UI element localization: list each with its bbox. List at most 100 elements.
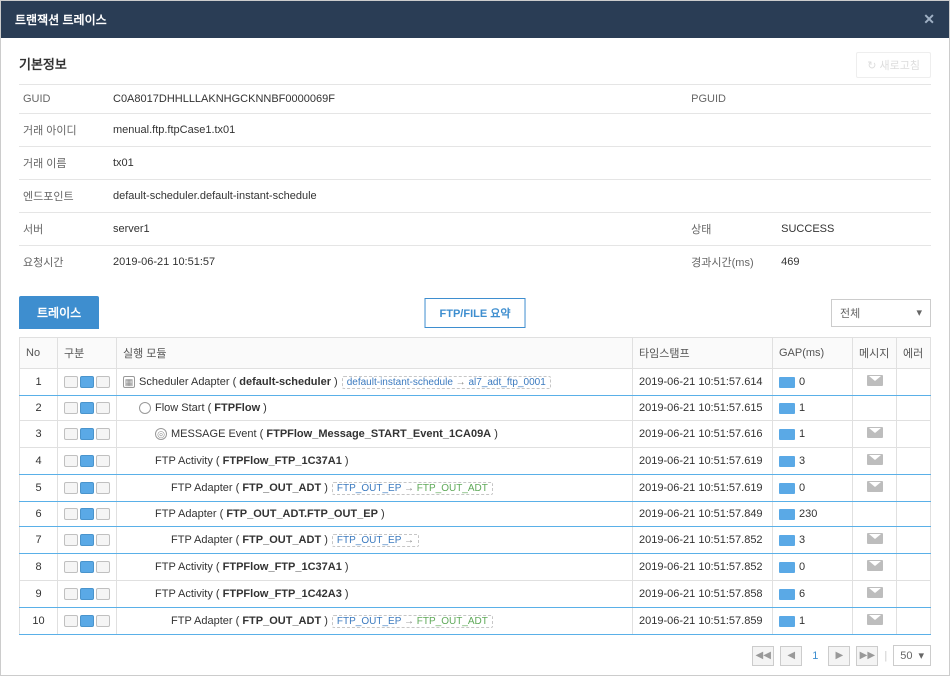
mail-icon [867, 375, 883, 386]
module-text: FTP Adapter ( FTP_OUT_ADT ) [171, 615, 328, 627]
txid-value: menual.ftp.ftpCase1.tx01 [109, 114, 931, 147]
circle-icon [139, 402, 151, 414]
row-timestamp: 2019-06-21 10:51:57.852 [633, 527, 773, 554]
kind-icon [96, 402, 110, 414]
page-number[interactable]: 1 [808, 650, 822, 662]
filter-select[interactable]: 전체 ▾ [831, 299, 931, 327]
kind-icon [64, 482, 78, 494]
row-gap: 1 [773, 421, 853, 448]
page-last-button[interactable]: ▶▶ [856, 646, 878, 666]
kind-icon [80, 588, 94, 600]
kind-icon [96, 482, 110, 494]
col-msg: 메시지 [853, 338, 897, 369]
page-size-select[interactable]: 50 ▾ [893, 645, 931, 666]
row-timestamp: 2019-06-21 10:51:57.852 [633, 554, 773, 581]
table-row[interactable]: 9FTP Activity ( FTPFlow_FTP_1C42A3 )2019… [20, 581, 931, 608]
kind-icon [64, 615, 78, 627]
module-ref-chip: default-instant-schedule → al7_adt_ftp_0… [342, 376, 551, 389]
module-ref-chip: FTP_OUT_EP → [332, 534, 419, 547]
row-kind-icons [58, 369, 117, 396]
status-value: SUCCESS [777, 213, 931, 246]
trace-toolbar: 트레이스 FTP/FILE 요약 전체 ▾ [19, 296, 931, 329]
page-next-button[interactable]: ▶ [828, 646, 850, 666]
col-err: 에러 [897, 338, 931, 369]
module-ref-chip: FTP_OUT_EP → FTP_OUT_ADT [332, 615, 493, 628]
mail-icon [867, 560, 883, 571]
row-message[interactable] [853, 608, 897, 635]
server-label: 서버 [19, 213, 109, 246]
row-no: 8 [20, 554, 58, 581]
ftp-file-summary-button[interactable]: FTP/FILE 요약 [425, 298, 526, 328]
row-message[interactable] [853, 581, 897, 608]
gap-bar-icon [779, 589, 795, 600]
row-message[interactable] [853, 527, 897, 554]
row-message[interactable] [853, 554, 897, 581]
kind-icon [64, 534, 78, 546]
refresh-button[interactable]: ↻ 새로고침 [856, 52, 931, 78]
close-icon[interactable]: ✕ [923, 11, 935, 28]
row-no: 5 [20, 475, 58, 502]
row-no: 10 [20, 608, 58, 635]
table-row[interactable]: 4FTP Activity ( FTPFlow_FTP_1C37A1 )2019… [20, 448, 931, 475]
txid-label: 거래 아이디 [19, 114, 109, 147]
mail-icon [867, 454, 883, 465]
chevron-down-icon: ▾ [918, 649, 924, 662]
kind-icon [96, 588, 110, 600]
row-no: 4 [20, 448, 58, 475]
page-size-value: 50 [900, 650, 912, 662]
kind-icon [96, 534, 110, 546]
row-error [897, 448, 931, 475]
row-error [897, 502, 931, 527]
kind-icon [96, 561, 110, 573]
mail-icon [867, 533, 883, 544]
section-title: 기본정보 [19, 54, 67, 73]
row-module: FTP Activity ( FTPFlow_FTP_1C42A3 ) [117, 581, 633, 608]
row-error [897, 608, 931, 635]
row-error [897, 421, 931, 448]
table-row[interactable]: 6FTP Adapter ( FTP_OUT_ADT.FTP_OUT_EP )2… [20, 502, 931, 527]
row-gap: 0 [773, 554, 853, 581]
table-row[interactable]: 1▦Scheduler Adapter ( default-scheduler … [20, 369, 931, 396]
row-message[interactable] [853, 475, 897, 502]
kind-icon [80, 508, 94, 520]
row-kind-icons [58, 421, 117, 448]
table-row[interactable]: 5FTP Adapter ( FTP_OUT_ADT ) FTP_OUT_EP … [20, 475, 931, 502]
row-message[interactable] [853, 421, 897, 448]
table-row[interactable]: 8 FTP Activity ( FTPFlow_FTP_1C37A1 )2019… [20, 554, 931, 581]
tab-trace[interactable]: 트레이스 [19, 296, 99, 329]
modal-header: 트랜잭션 트레이스 ✕ [1, 1, 949, 38]
mail-icon [867, 587, 883, 598]
transaction-trace-modal: 트랜잭션 트레이스 ✕ 기본정보 ↻ 새로고침 GUID C0A8017DHHL… [0, 0, 950, 676]
row-message[interactable] [853, 369, 897, 396]
page-prev-button[interactable]: ◀ [780, 646, 802, 666]
table-row[interactable]: 2Flow Start ( FTPFlow )2019-06-21 10:51:… [20, 396, 931, 421]
row-module: FTP Adapter ( FTP_OUT_ADT ) FTP_OUT_EP →… [117, 608, 633, 635]
row-timestamp: 2019-06-21 10:51:57.616 [633, 421, 773, 448]
row-timestamp: 2019-06-21 10:51:57.858 [633, 581, 773, 608]
page-first-button[interactable]: ◀◀ [752, 646, 774, 666]
module-text: FTP Adapter ( FTP_OUT_ADT ) [171, 534, 328, 546]
table-row[interactable]: 10 FTP Adapter ( FTP_OUT_ADT ) FTP_OUT_EP… [20, 608, 931, 635]
module-text: FTP Adapter ( FTP_OUT_ADT.FTP_OUT_EP ) [155, 508, 385, 520]
calendar-icon: ▦ [123, 376, 135, 388]
kind-icon [96, 455, 110, 467]
pguid-label: PGUID [687, 85, 777, 114]
table-row[interactable]: 7FTP Adapter ( FTP_OUT_ADT ) FTP_OUT_EP … [20, 527, 931, 554]
row-module: FTP Activity ( FTPFlow_FTP_1C37A1 ) [117, 448, 633, 475]
kind-icon [96, 428, 110, 440]
kind-icon [64, 455, 78, 467]
row-timestamp: 2019-06-21 10:51:57.619 [633, 475, 773, 502]
module-text: MESSAGE Event ( FTPFlow_Message_START_Ev… [171, 428, 498, 440]
row-message[interactable] [853, 448, 897, 475]
row-gap: 1 [773, 396, 853, 421]
row-module: FTP Activity ( FTPFlow_FTP_1C37A1 ) [117, 554, 633, 581]
modal-body: 기본정보 ↻ 새로고침 GUID C0A8017DHHLLLAKNHGCKNNB… [1, 38, 949, 675]
row-module: ▦Scheduler Adapter ( default-scheduler )… [117, 369, 633, 396]
gap-bar-icon [779, 403, 795, 414]
row-kind-icons [58, 448, 117, 475]
table-row[interactable]: 3◎MESSAGE Event ( FTPFlow_Message_START_… [20, 421, 931, 448]
endpoint-value: default-scheduler.default-instant-schedu… [109, 180, 931, 213]
kind-icon [80, 561, 94, 573]
kind-icon [64, 561, 78, 573]
row-no: 2 [20, 396, 58, 421]
